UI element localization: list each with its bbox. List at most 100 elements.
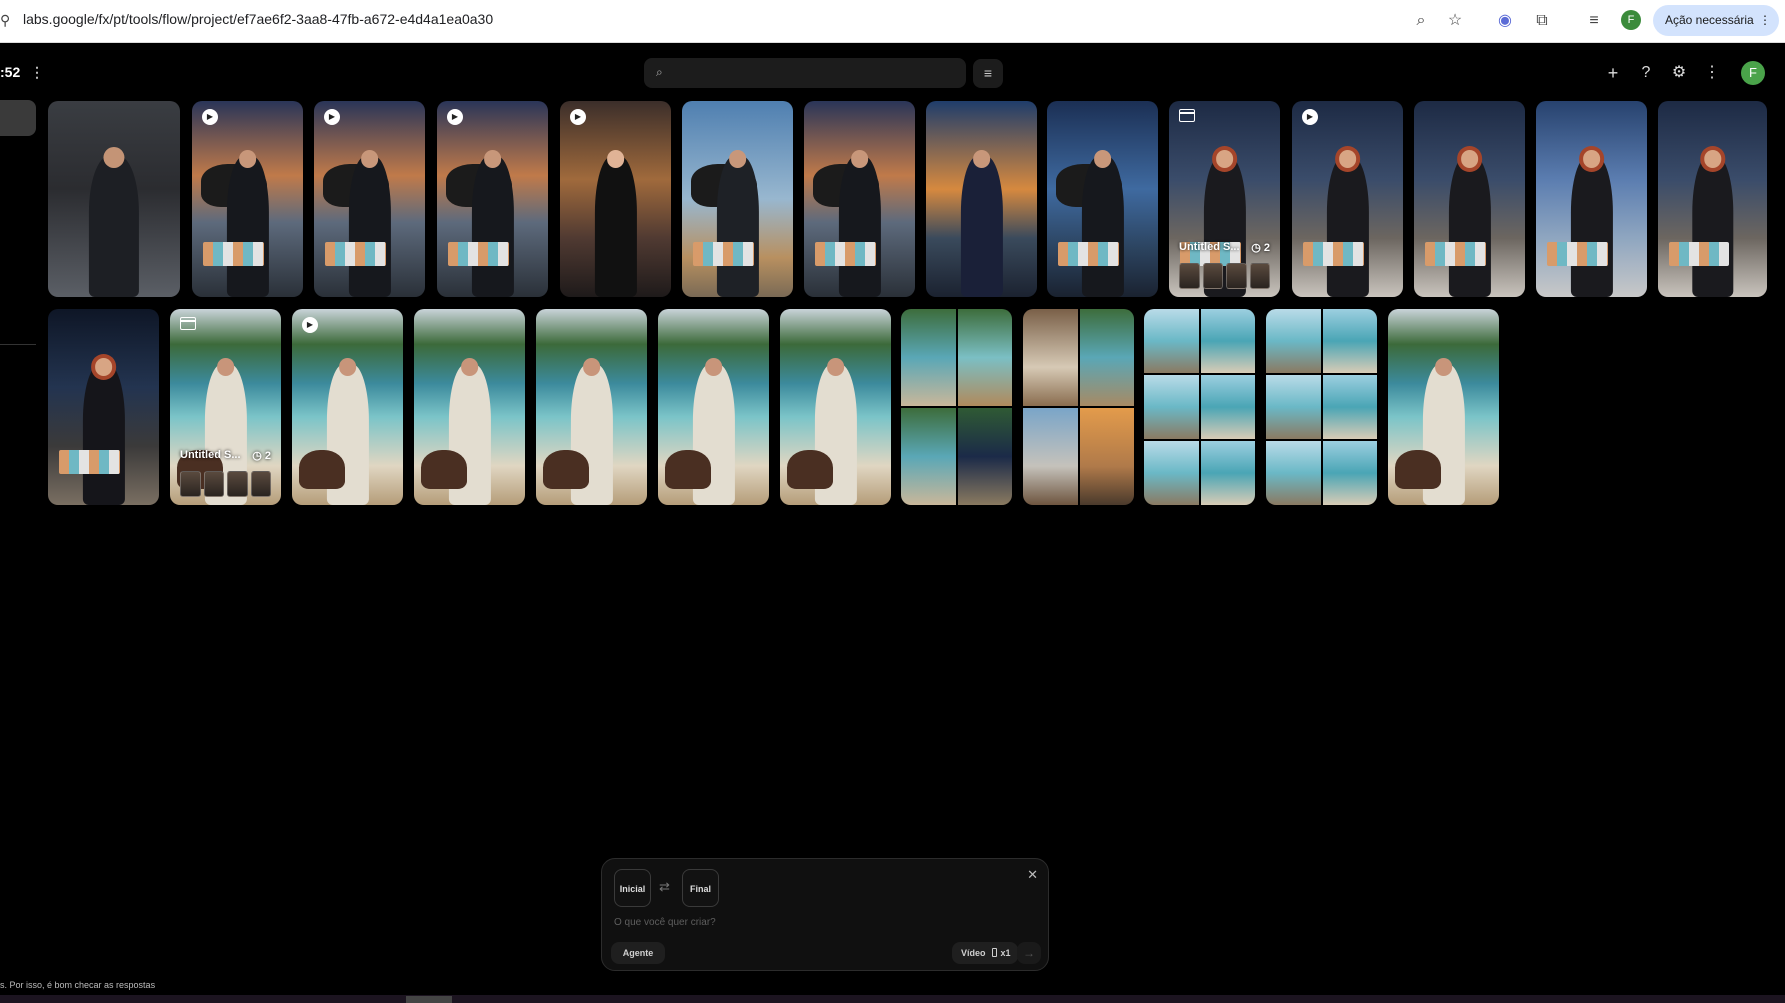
image-tile[interactable] <box>901 309 1012 505</box>
image-grid <box>901 309 1012 505</box>
search-box[interactable]: ⌕ <box>644 58 966 88</box>
help-icon[interactable]: ? <box>1634 61 1658 85</box>
media-icon[interactable]: ≡ <box>1583 10 1605 32</box>
agent-button[interactable]: Agente <box>611 942 665 964</box>
search-input[interactable] <box>676 63 956 83</box>
image-tile[interactable] <box>1414 101 1525 297</box>
person-head <box>1460 149 1479 168</box>
image-tile[interactable] <box>1536 101 1647 297</box>
collection-tile[interactable]: Untitled S... ◷ 2 <box>170 309 281 505</box>
browser-profile-avatar[interactable]: F <box>1621 10 1641 30</box>
person-figure <box>838 155 881 297</box>
image-tile[interactable] <box>1388 309 1499 505</box>
grid-cell <box>1322 309 1377 373</box>
image-tile[interactable] <box>658 309 769 505</box>
mode-selector[interactable]: Vídeo x1 <box>952 942 1018 964</box>
image-tile[interactable] <box>1144 309 1255 505</box>
end-frame-button[interactable]: Final <box>682 869 719 907</box>
image-tile[interactable] <box>414 309 525 505</box>
money-bag <box>420 450 468 490</box>
person-head <box>94 357 113 376</box>
horizontal-scrollbar[interactable] <box>0 995 1785 1003</box>
person-figure <box>1448 155 1491 297</box>
play-icon: ▶ <box>1302 109 1318 125</box>
video-tile[interactable]: ▶ <box>1292 101 1403 297</box>
collection-count: ◷ 2 <box>1251 242 1270 254</box>
image-tile[interactable] <box>1658 101 1767 297</box>
video-tile[interactable]: ▶ <box>314 101 425 297</box>
person-head <box>704 357 723 376</box>
person-figure <box>594 155 637 297</box>
grid-cell <box>1266 309 1321 373</box>
action-needed-button[interactable]: Ação necessária ⋮ <box>1653 5 1779 36</box>
extensions-icon[interactable]: ⧉ <box>1531 10 1553 32</box>
cash-stacks <box>815 242 877 266</box>
person-head <box>360 149 379 168</box>
money-bag <box>1394 450 1442 490</box>
send-button[interactable]: → <box>1017 942 1041 964</box>
thumbnail <box>227 471 248 497</box>
video-tile[interactable]: ▶ <box>560 101 671 297</box>
grid-cell <box>1322 375 1377 439</box>
cash-stacks <box>693 242 755 266</box>
star-icon[interactable]: ☆ <box>1444 10 1466 32</box>
project-menu-icon[interactable]: ⋮ <box>30 64 44 81</box>
image-tile[interactable] <box>536 309 647 505</box>
image-tile[interactable] <box>780 309 891 505</box>
collection-tile[interactable]: Untitled S... ◷ 2 <box>1169 101 1280 297</box>
grid-cell <box>1200 309 1255 373</box>
thumbnail <box>1179 263 1200 289</box>
person-figure <box>348 155 391 297</box>
image-tile[interactable] <box>48 309 159 505</box>
grid-cell <box>1322 441 1377 505</box>
collection-title: Untitled S... <box>1179 241 1240 253</box>
grid-cell <box>901 309 956 406</box>
image-tile[interactable] <box>1266 309 1377 505</box>
cast-icon[interactable]: ◉ <box>1494 10 1516 32</box>
more-icon[interactable]: ⋮ <box>1700 61 1724 85</box>
add-icon[interactable]: + <box>1601 61 1625 85</box>
person-figure <box>1326 155 1369 297</box>
image-tile[interactable] <box>1047 101 1158 297</box>
image-tile[interactable] <box>926 101 1037 297</box>
aspect-portrait-icon <box>991 948 997 957</box>
person-head <box>238 149 257 168</box>
prompt-input[interactable] <box>614 913 1034 931</box>
image-tile[interactable] <box>804 101 915 297</box>
video-tile[interactable]: ▶ <box>437 101 548 297</box>
user-avatar[interactable]: F <box>1741 61 1765 85</box>
image-grid <box>1144 309 1255 505</box>
person-head <box>216 357 235 376</box>
image-tile[interactable] <box>48 101 180 297</box>
collection-count: ◷ 2 <box>252 450 271 462</box>
person-figure <box>960 155 1003 297</box>
image-tile[interactable] <box>682 101 793 297</box>
swap-frames-icon[interactable]: ⇄ <box>659 879 670 895</box>
image-grid <box>1023 309 1134 505</box>
close-icon[interactable]: ✕ <box>1027 867 1038 883</box>
sidebar-item[interactable] <box>0 100 36 136</box>
person-figure <box>88 155 140 297</box>
settings-icon[interactable]: ⚙ <box>1667 61 1691 85</box>
money-bag <box>664 450 712 490</box>
start-frame-button[interactable]: Inicial <box>614 869 651 907</box>
money-bag <box>542 450 590 490</box>
person-head <box>483 149 502 168</box>
browser-menu-icon[interactable]: ⋮ <box>1759 5 1771 36</box>
grid-cell <box>901 408 956 505</box>
cash-stacks <box>1668 242 1729 266</box>
site-info-icon[interactable]: ⚲ <box>0 12 10 28</box>
filter-button[interactable]: ≡ <box>973 59 1003 88</box>
video-tile[interactable]: ▶ <box>192 101 303 297</box>
video-tile[interactable]: ▶ <box>292 309 403 505</box>
address-bar[interactable]: labs.google/fx/pt/tools/flow/project/ef7… <box>23 11 493 27</box>
person-head <box>582 357 601 376</box>
image-tile[interactable] <box>1023 309 1134 505</box>
zoom-icon[interactable]: ⌕ <box>1410 10 1432 32</box>
filter-icon: ≡ <box>983 65 993 81</box>
person-head <box>826 357 845 376</box>
play-icon: ▶ <box>447 109 463 125</box>
sidebar-divider <box>0 344 36 345</box>
scrollbar-thumb[interactable] <box>406 996 452 1003</box>
person-figure <box>82 363 125 505</box>
